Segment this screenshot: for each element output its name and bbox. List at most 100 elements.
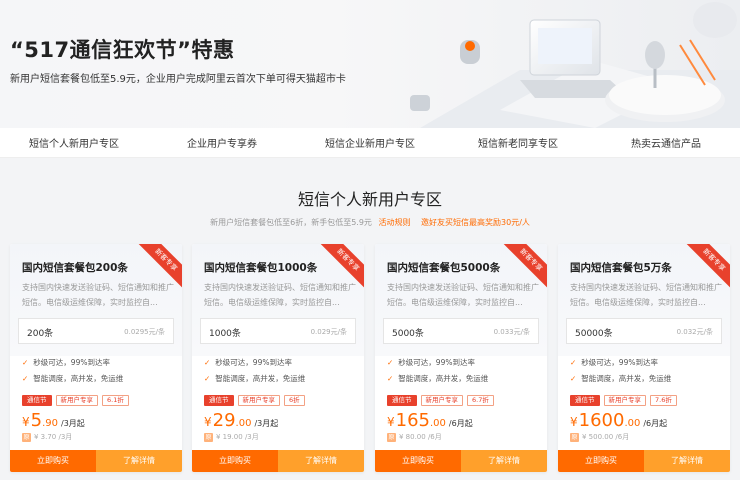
spec-unit-price: 0.033元/条 xyxy=(493,328,530,336)
spec-count: 1000条 xyxy=(209,329,241,339)
price-decimal: .00 xyxy=(430,418,446,429)
original-price-text: ¥ 19.00 /3月 xyxy=(216,433,259,441)
original-price-text: ¥ 500.00 /6月 xyxy=(582,433,630,441)
price-period: /6月起 xyxy=(643,419,668,428)
banner-illustration xyxy=(410,2,740,128)
original-price: 原 ¥ 3.70 /3月 xyxy=(22,432,72,442)
spec-selector[interactable]: 200条 0.0295元/条 xyxy=(18,318,174,344)
check-icon: ✓ xyxy=(204,358,211,367)
feature-text: 智能调度，高并发，免运维 xyxy=(398,374,489,383)
card-actions: 立即购买 了解详情 xyxy=(558,450,730,472)
price-decimal: .00 xyxy=(235,418,252,429)
original-badge-icon: 原 xyxy=(22,432,31,442)
product-description: 支持国内快速发送验证码、短信通知和推广短信。电信级运维保障，实时监控自... xyxy=(22,283,174,307)
feature-item: ✓ 秒级可达，99%到达率 xyxy=(570,357,658,368)
product-title: 国内短信套餐包5000条 xyxy=(387,262,501,274)
tag-festival: 通信节 xyxy=(570,395,600,406)
product-card: 新客专享 国内短信套餐包5000条 支持国内快速发送验证码、短信通知和推广短信。… xyxy=(375,244,547,472)
buy-now-button[interactable]: 立即购买 xyxy=(375,450,461,472)
nav-personal-new-user[interactable]: 短信个人新用户专区 xyxy=(0,135,148,150)
tag-discount: 6折 xyxy=(284,395,305,406)
price-currency: ¥ xyxy=(204,415,212,429)
tag-list: 通信节 新用户专享 6.1折 xyxy=(22,395,129,406)
spec-selector[interactable]: 5000条 0.033元/条 xyxy=(383,318,539,344)
spec-selector[interactable]: 1000条 0.029元/条 xyxy=(200,318,356,344)
section-subtitle-text: 新用户短信套餐包低至6折，新手包低至5.9元 xyxy=(210,218,372,227)
learn-more-button[interactable]: 了解详情 xyxy=(96,450,182,472)
tag-list: 通信节 新用户专享 7.6折 xyxy=(570,395,677,406)
price-currency: ¥ xyxy=(387,415,395,429)
original-badge-icon: 原 xyxy=(387,432,396,442)
spec-unit-price: 0.032元/条 xyxy=(676,328,713,336)
price-decimal: .90 xyxy=(42,418,58,429)
price-period: /3月起 xyxy=(61,419,85,428)
tag-festival: 通信节 xyxy=(204,395,234,406)
nav-enterprise-new-user[interactable]: 短信企业新用户专区 xyxy=(296,135,444,150)
price-integer: 1600 xyxy=(578,410,625,431)
tag-new-user: 新用户专享 xyxy=(603,395,646,406)
learn-more-button[interactable]: 了解详情 xyxy=(278,450,364,472)
tag-festival: 通信节 xyxy=(22,395,52,406)
nav-hot-products[interactable]: 热卖云通信产品 xyxy=(592,135,740,150)
learn-more-button[interactable]: 了解详情 xyxy=(644,450,730,472)
price: ¥ 1600 .00 /6月起 xyxy=(570,410,667,431)
tag-list: 通信节 新用户专享 6.7折 xyxy=(387,395,494,406)
product-title: 国内短信套餐包1000条 xyxy=(204,262,318,274)
price-integer: 5 xyxy=(30,410,43,431)
rules-link[interactable]: 活动规则 xyxy=(378,218,410,227)
card-actions: 立即购买 了解详情 xyxy=(375,450,547,472)
spec-count: 50000条 xyxy=(575,329,613,339)
product-card: 新客专享 国内短信套餐包1000条 支持国内快速发送验证码、短信通知和推广短信。… xyxy=(192,244,364,472)
original-badge-icon: 原 xyxy=(204,432,213,442)
nav-new-old-shared[interactable]: 短信新老同享专区 xyxy=(444,135,592,150)
nav-enterprise-coupon[interactable]: 企业用户专享券 xyxy=(148,135,296,150)
price-period: /3月起 xyxy=(254,419,279,428)
card-actions: 立即购买 了解详情 xyxy=(192,450,364,472)
price-integer: 29 xyxy=(212,410,236,431)
price-currency: ¥ xyxy=(570,415,578,429)
banner-subtitle: 新用户短信套餐包低至5.9元，企业用户完成阿里云首次下单可得天猫超市卡 xyxy=(10,74,346,85)
section-nav: 短信个人新用户专区 企业用户专享券 短信企业新用户专区 短信新老同享专区 热卖云… xyxy=(0,128,740,158)
feature-text: 秒级可达，99%到达率 xyxy=(33,358,110,367)
original-badge-icon: 原 xyxy=(570,432,579,442)
section-subtitle: 新用户短信套餐包低至6折，新手包低至5.9元 活动规则 邀好友买短信最高奖励30… xyxy=(0,217,740,228)
check-icon: ✓ xyxy=(387,374,394,383)
price: ¥ 5 .90 /3月起 xyxy=(22,410,85,431)
spec-selector[interactable]: 50000条 0.032元/条 xyxy=(566,318,722,344)
product-description: 支持国内快速发送验证码、短信通知和推广短信。电信级运维保障，实时监控自... xyxy=(387,283,539,307)
tag-new-user: 新用户专享 xyxy=(420,395,463,406)
learn-more-button[interactable]: 了解详情 xyxy=(461,450,547,472)
product-title: 国内短信套餐包5万条 xyxy=(570,262,672,274)
check-icon: ✓ xyxy=(387,358,394,367)
banner-title: “517通信狂欢节”特惠 xyxy=(10,38,235,62)
original-price: 原 ¥ 500.00 /6月 xyxy=(570,432,629,442)
price-decimal: .00 xyxy=(624,418,641,429)
product-card: 新客专享 国内短信套餐包5万条 支持国内快速发送验证码、短信通知和推广短信。电信… xyxy=(558,244,730,472)
price: ¥ 165 .00 /6月起 xyxy=(387,410,473,431)
buy-now-button[interactable]: 立即购买 xyxy=(10,450,96,472)
tag-discount: 6.1折 xyxy=(102,395,129,406)
product-description: 支持国内快速发送验证码、短信通知和推广短信。电信级运维保障，实时监控自... xyxy=(570,283,722,307)
feature-item: ✓ 智能调度，高并发，免运维 xyxy=(22,373,123,384)
tag-new-user: 新用户专享 xyxy=(55,395,98,406)
feature-item: ✓ 秒级可达，99%到达率 xyxy=(22,357,110,368)
product-card: 新客专享 国内短信套餐包200条 支持国内快速发送验证码、短信通知和推广短信。电… xyxy=(10,244,182,472)
feature-item: ✓ 秒级可达，99%到达率 xyxy=(387,357,475,368)
tag-list: 通信节 新用户专享 6折 xyxy=(204,395,305,406)
check-icon: ✓ xyxy=(570,358,577,367)
price-currency: ¥ xyxy=(22,415,30,429)
buy-now-button[interactable]: 立即购买 xyxy=(192,450,278,472)
feature-text: 智能调度，高并发，免运维 xyxy=(215,374,306,383)
check-icon: ✓ xyxy=(22,374,29,383)
feature-item: ✓ 智能调度，高并发，免运维 xyxy=(387,373,488,384)
card-actions: 立即购买 了解详情 xyxy=(10,450,182,472)
feature-text: 秒级可达，99%到达率 xyxy=(581,358,658,367)
invite-link[interactable]: 邀好友买短信最高奖励30元/人 xyxy=(421,218,530,227)
buy-now-button[interactable]: 立即购买 xyxy=(558,450,644,472)
original-price: 原 ¥ 80.00 /6月 xyxy=(387,432,442,442)
feature-item: ✓ 秒级可达，99%到达率 xyxy=(204,357,292,368)
spec-count: 200条 xyxy=(27,329,54,339)
price-period: /6月起 xyxy=(448,419,473,428)
feature-text: 智能调度，高并发，免运维 xyxy=(581,374,672,383)
check-icon: ✓ xyxy=(570,374,577,383)
